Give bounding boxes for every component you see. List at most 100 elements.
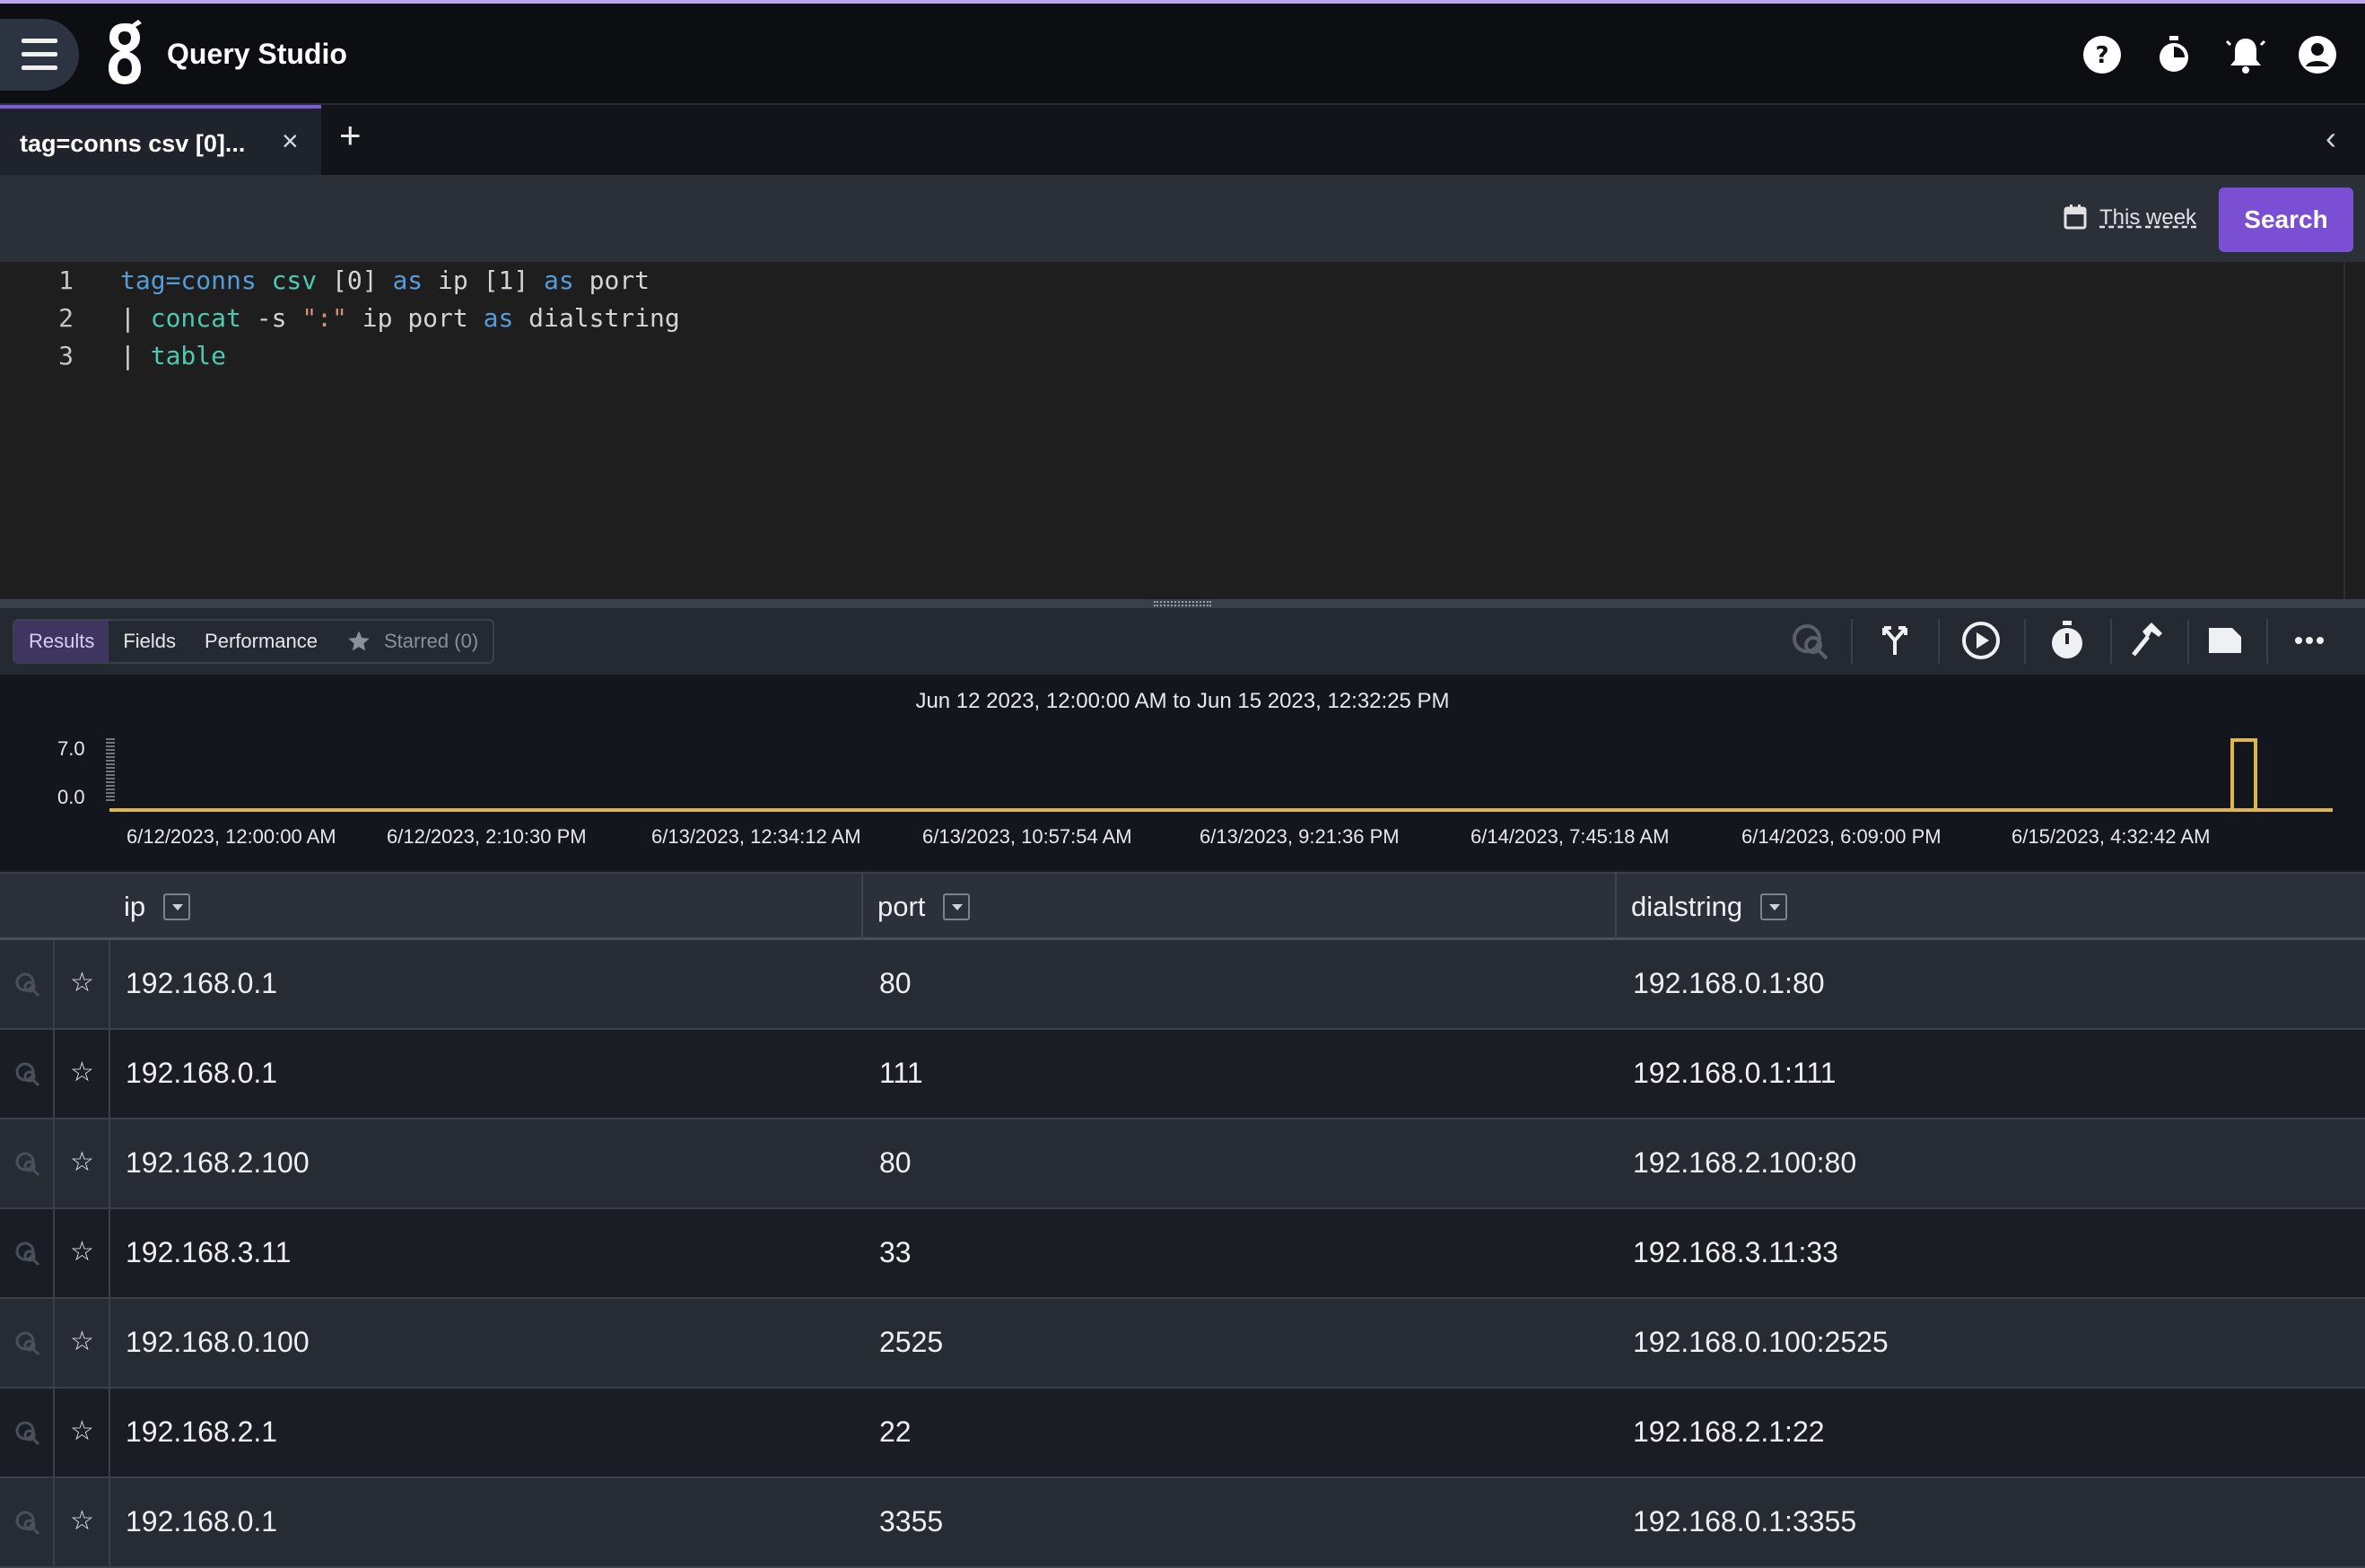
row-star-cell[interactable]: ☆ (55, 940, 110, 1028)
table-row[interactable]: ☆ 192.168.2.1 22 192.168.2.1:22 (0, 1389, 2365, 1478)
more-options-icon[interactable] (2290, 619, 2333, 662)
table-cell-port: 22 (879, 1416, 912, 1448)
table-row[interactable]: ☆ 192.168.0.100 2525 192.168.0.100:2525 (0, 1299, 2365, 1389)
row-star-cell[interactable]: ☆ (55, 1299, 110, 1387)
table-row[interactable]: ☆ 192.168.0.1 3355 192.168.0.1:3355 (0, 1478, 2365, 1568)
table-row[interactable]: ☆ 192.168.0.1 111 192.168.0.1:111 (0, 1030, 2365, 1119)
row-star-cell[interactable]: ☆ (55, 1389, 110, 1477)
explore-icon (15, 972, 40, 997)
table-cell-dialstring: 192.168.0.1:111 (1633, 1057, 1837, 1089)
timer-icon[interactable] (2153, 34, 2195, 75)
star-outline-icon[interactable]: ☆ (70, 1057, 94, 1088)
event-histogram: Jun 12 2023, 12:00:00 AM to Jun 15 2023,… (0, 675, 2365, 870)
editor-scrollbar[interactable] (2343, 262, 2345, 599)
column-header-ip[interactable]: ip (124, 874, 191, 939)
tab-results[interactable]: Results (14, 621, 109, 662)
table-cell-ip: 192.168.2.100 (126, 1146, 310, 1179)
y-axis-ticks (106, 738, 115, 801)
add-tab-button[interactable]: + (339, 114, 362, 157)
column-header-port[interactable]: port (877, 874, 971, 939)
row-explore-cell[interactable] (0, 940, 55, 1028)
query-tab-label: tag=conns csv [0]... (20, 130, 246, 157)
fork-icon[interactable] (1873, 619, 1916, 662)
table-cell-port: 2525 (879, 1326, 944, 1358)
app-title: Query Studio (167, 38, 347, 70)
explore-icon (15, 1331, 40, 1356)
help-icon[interactable]: ? (2081, 34, 2123, 75)
table-cell-dialstring: 192.168.3.11:33 (1633, 1236, 1838, 1268)
x-tick-label: 6/13/2023, 12:34:12 AM (651, 825, 861, 848)
code-line-1[interactable]: tag=conns csv [0] as ip [1] as port (120, 266, 650, 295)
row-explore-cell[interactable] (0, 1119, 55, 1207)
tab-performance[interactable]: Performance (190, 621, 332, 662)
play-icon[interactable] (1959, 619, 2003, 662)
hammer-icon[interactable] (2125, 619, 2168, 662)
query-tab-strip: tag=conns csv [0]... × + ‹ (0, 105, 2365, 175)
search-button[interactable]: Search (2219, 187, 2353, 252)
star-outline-icon[interactable]: ☆ (70, 967, 94, 998)
account-icon[interactable] (2297, 34, 2338, 75)
table-cell-dialstring: 192.168.2.100:80 (1633, 1146, 1857, 1179)
save-to-file-icon[interactable] (2204, 619, 2247, 662)
gravwell-logo-icon (109, 20, 142, 84)
table-cell-ip: 192.168.3.11 (126, 1236, 292, 1268)
collapse-panel-chevron-icon[interactable]: ‹ (2326, 119, 2336, 157)
row-explore-cell[interactable] (0, 1478, 55, 1566)
line-number: 3 (58, 341, 74, 370)
table-cell-dialstring: 192.168.2.1:22 (1633, 1416, 1825, 1448)
code-line-3[interactable]: | table (120, 341, 226, 370)
column-header-dialstring[interactable]: dialstring (1631, 874, 1788, 939)
histogram-plot[interactable] (0, 675, 2365, 870)
top-bar: Query Studio ? (0, 0, 2365, 105)
pane-resize-handle[interactable] (0, 599, 2365, 608)
column-title: dialstring (1631, 890, 1743, 922)
explore-icon (15, 1062, 40, 1087)
notification-bell-icon[interactable] (2225, 34, 2266, 75)
close-tab-icon[interactable]: × (282, 125, 299, 158)
svg-text:?: ? (2095, 42, 2108, 69)
table-cell-port: 80 (879, 967, 912, 999)
star-outline-icon[interactable]: ☆ (70, 1146, 94, 1178)
calendar-icon (2064, 205, 2087, 230)
stopwatch-icon[interactable] (2046, 619, 2089, 662)
explore-icon (15, 1152, 40, 1177)
table-cell-ip: 192.168.2.1 (126, 1416, 278, 1448)
table-row[interactable]: ☆ 192.168.3.11 33 192.168.3.11:33 (0, 1209, 2365, 1299)
column-menu-dropdown-icon[interactable] (163, 893, 191, 920)
table-cell-ip: 192.168.0.100 (126, 1326, 310, 1358)
star-outline-icon[interactable]: ☆ (70, 1236, 94, 1267)
x-tick-label: 6/12/2023, 2:10:30 PM (387, 825, 587, 848)
table-row[interactable]: ☆ 192.168.2.100 80 192.168.2.100:80 (0, 1119, 2365, 1209)
hamburger-menu-button[interactable] (0, 19, 79, 91)
star-outline-icon[interactable]: ☆ (70, 1416, 94, 1447)
line-number: 2 (58, 303, 74, 333)
table-cell-port: 3355 (879, 1505, 944, 1538)
tab-starred[interactable]: Starred (0) (332, 621, 493, 662)
row-star-cell[interactable]: ☆ (55, 1209, 110, 1297)
explore-icon (15, 1421, 40, 1446)
column-menu-dropdown-icon[interactable] (943, 893, 971, 920)
explore-icon (15, 1241, 40, 1267)
query-editor[interactable]: 1 2 3 tag=conns csv [0] as ip [1] as por… (0, 262, 2365, 599)
row-star-cell[interactable]: ☆ (55, 1478, 110, 1566)
star-outline-icon[interactable]: ☆ (70, 1505, 94, 1537)
x-tick-label: 6/12/2023, 12:00:00 AM (127, 825, 336, 848)
code-line-2[interactable]: | concat -s ":" ip port as dialstring (120, 303, 680, 333)
query-tab[interactable]: tag=conns csv [0]... × (0, 105, 321, 175)
tab-fields[interactable]: Fields (109, 621, 190, 662)
table-cell-dialstring: 192.168.0.1:80 (1633, 967, 1825, 999)
results-table-header: ip port dialstring (0, 872, 2365, 940)
line-number: 1 (58, 266, 74, 295)
row-explore-cell[interactable] (0, 1389, 55, 1477)
column-menu-dropdown-icon[interactable] (1760, 893, 1788, 920)
table-cell-port: 33 (879, 1236, 912, 1268)
explore-icon[interactable] (1789, 619, 1832, 662)
column-title: ip (124, 890, 146, 922)
row-explore-cell[interactable] (0, 1030, 55, 1118)
row-explore-cell[interactable] (0, 1299, 55, 1387)
table-row[interactable]: ☆ 192.168.0.1 80 192.168.0.1:80 (0, 940, 2365, 1030)
row-star-cell[interactable]: ☆ (55, 1119, 110, 1207)
row-explore-cell[interactable] (0, 1209, 55, 1297)
star-outline-icon[interactable]: ☆ (70, 1326, 94, 1357)
row-star-cell[interactable]: ☆ (55, 1030, 110, 1118)
